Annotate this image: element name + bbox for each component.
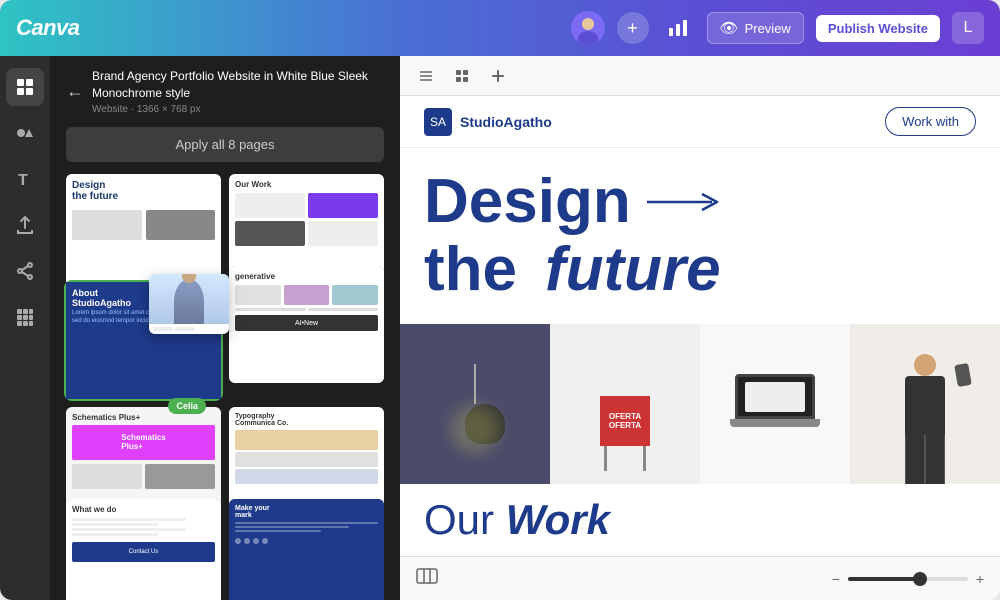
template-page-8[interactable]: Make yourmark	[229, 499, 384, 600]
website-preview: SA StudioAgatho Work with Design	[400, 96, 1000, 556]
zoom-slider-fill	[848, 577, 920, 581]
laptop-screen-inner	[745, 382, 805, 412]
gallery-item-3	[700, 324, 850, 484]
svg-text:T: T	[18, 172, 28, 189]
publish-button[interactable]: Publish Website	[816, 15, 940, 42]
eye-icon: 👁	[720, 19, 739, 37]
person-image	[174, 279, 204, 324]
cart-box: OFERTAOFERTA	[600, 396, 650, 446]
hero-title-design: Design	[424, 168, 631, 236]
gallery-image-laptop	[700, 324, 850, 484]
cart-legs	[600, 446, 650, 471]
laptop	[735, 374, 815, 434]
hero-title: Design	[424, 168, 976, 236]
site-gallery: OFERTAOFERTA	[400, 324, 1000, 484]
app-wrapper: Canva + 👁 Preview Publish Website L	[0, 0, 1000, 600]
template-grid: Designthe future Our Work	[50, 174, 400, 600]
top-bar: Canva + 👁 Preview Publish Website L	[0, 0, 1000, 56]
canvas-toolbar	[400, 56, 1000, 96]
laptop-base	[730, 419, 820, 427]
gallery-image-lamp	[400, 324, 550, 484]
template-info: Brand Agency Portfolio Website in White …	[92, 68, 384, 115]
canva-logo: Canva	[16, 15, 80, 41]
person-figure	[890, 344, 960, 484]
person-legs	[905, 435, 945, 484]
template-page-7[interactable]: What we do Contact Us	[66, 499, 221, 600]
zoom-in-icon[interactable]: +	[976, 571, 984, 587]
zoom-out-icon[interactable]: −	[832, 571, 840, 587]
apply-all-button[interactable]: Apply all 8 pages	[66, 127, 384, 162]
bottom-bar-left	[416, 568, 438, 589]
layout-view-icon[interactable]	[416, 568, 438, 589]
template-title: Brand Agency Portfolio Website in White …	[92, 68, 384, 102]
canvas-add-button[interactable]	[484, 62, 512, 90]
template-panel-header: ← Brand Agency Portfolio Website in Whit…	[50, 56, 400, 127]
template-page-1[interactable]: Designthe future	[66, 174, 221, 290]
hero-the: the	[424, 236, 517, 304]
site-logo-icon: SA	[424, 108, 452, 136]
sidebar-item-apps[interactable]	[6, 298, 44, 336]
pendant-light	[465, 364, 485, 444]
gallery-image-person	[850, 324, 1000, 484]
site-logo-text: StudioAgatho	[460, 114, 552, 130]
page-popup	[149, 274, 229, 334]
canvas-area: SA StudioAgatho Work with Design	[400, 56, 1000, 600]
celia-badge: Celia	[168, 398, 206, 414]
template-page-4[interactable]: generative AI•New	[229, 266, 384, 382]
site-logo: SA StudioAgatho	[424, 108, 552, 136]
zoom-slider[interactable]	[848, 577, 968, 581]
user-avatar[interactable]	[571, 11, 605, 45]
gallery-item-2: OFERTAOFERTA	[550, 324, 700, 484]
our-work-our: Our	[424, 496, 494, 543]
hero-future: future	[545, 236, 721, 304]
our-work-italic: Work	[506, 496, 610, 543]
stats-button[interactable]	[661, 14, 695, 42]
sidebar-item-share[interactable]	[6, 252, 44, 290]
back-button[interactable]: ←	[66, 81, 84, 102]
site-hero: Design the future	[400, 148, 1000, 324]
sidebar-item-layout[interactable]	[6, 68, 44, 106]
zoom-slider-container: − +	[832, 571, 984, 587]
preview-button[interactable]: 👁 Preview	[707, 12, 804, 44]
hero-title-future: the future	[424, 236, 976, 304]
template-page-3[interactable]: C AboutStudioAgatho Lorem ipsum dolor si…	[66, 282, 221, 398]
laptop-screen	[735, 374, 815, 419]
template-panel: ← Brand Agency Portfolio Website in Whit…	[50, 56, 400, 600]
gallery-image-cart: OFERTAOFERTA	[550, 324, 700, 484]
cart-stand: OFERTAOFERTA	[600, 396, 650, 476]
work-with-button[interactable]: Work with	[885, 107, 976, 136]
gallery-item-4	[850, 324, 1000, 484]
site-nav: SA StudioAgatho Work with	[400, 96, 1000, 148]
add-button[interactable]: +	[617, 12, 649, 44]
site-our-work: Our Work	[400, 484, 1000, 556]
person-body	[905, 376, 945, 435]
hero-arrow	[647, 190, 727, 214]
icon-sidebar: T	[0, 56, 50, 600]
person-head	[914, 354, 936, 376]
layers-button[interactable]	[412, 62, 440, 90]
template-subtitle: Website · 1366 × 768 px	[92, 104, 384, 115]
bottom-bar: − +	[400, 556, 1000, 600]
main-area: T	[0, 56, 1000, 600]
zoom-slider-thumb[interactable]	[913, 572, 927, 586]
extra-menu-button[interactable]: L	[952, 12, 984, 44]
sidebar-item-elements[interactable]	[6, 114, 44, 152]
gallery-item-1	[400, 324, 550, 484]
sidebar-item-upload[interactable]	[6, 206, 44, 244]
canvas-layout-button[interactable]	[448, 62, 476, 90]
our-work-title: Our Work	[424, 496, 976, 544]
sidebar-item-text[interactable]: T	[6, 160, 44, 198]
